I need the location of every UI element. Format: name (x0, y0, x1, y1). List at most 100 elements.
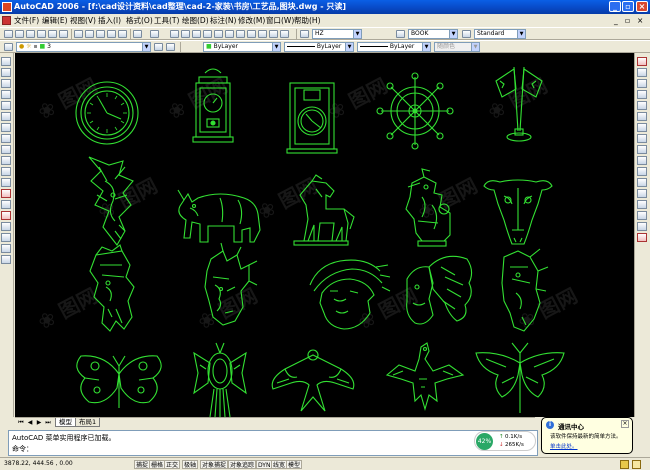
gradient-icon[interactable] (1, 222, 11, 231)
paste-icon[interactable] (96, 30, 105, 38)
menu-help[interactable]: 帮助(H) (294, 15, 321, 26)
butterfly-kite-right-block[interactable] (475, 342, 565, 413)
document-icon[interactable] (2, 16, 11, 25)
move-icon[interactable] (637, 112, 647, 121)
layer-previous-icon[interactable] (166, 43, 175, 51)
next-tab-icon[interactable]: ▶ (35, 419, 43, 427)
old-man-figure-block[interactable] (405, 168, 451, 247)
network-meter[interactable]: 42% ↑ 0.1K/s ↓ 265K/s (474, 431, 536, 451)
menu-format[interactable]: 格式(O) (126, 15, 153, 26)
feather-headdress-face-block[interactable] (204, 242, 258, 326)
design-center-icon[interactable] (225, 30, 234, 38)
point-icon[interactable] (1, 200, 11, 209)
ortho-toggle[interactable]: 正交 (164, 460, 181, 469)
array-icon[interactable] (637, 101, 647, 110)
tray-settings-icon[interactable] (632, 460, 641, 469)
menu-edit[interactable]: 编辑(E) (42, 15, 68, 26)
desk-flags-block[interactable] (495, 66, 543, 142)
wing-warrior-face-block[interactable] (406, 255, 473, 325)
arc-icon[interactable] (1, 112, 11, 121)
new-icon[interactable] (4, 30, 13, 38)
first-tab-icon[interactable]: ⏮ (17, 419, 25, 427)
menu-modify[interactable]: 修改(M) (238, 15, 265, 26)
open-icon[interactable] (15, 30, 24, 38)
color-select[interactable]: ■ ByLayer ▼ (203, 42, 281, 52)
chevron-down-icon[interactable]: ▼ (345, 43, 353, 51)
lineweight-toggle[interactable]: 线宽 (271, 460, 288, 469)
chevron-down-icon[interactable]: ▼ (449, 30, 457, 38)
explode-icon[interactable] (637, 233, 647, 242)
desk-clock-block[interactable] (286, 82, 338, 154)
make-block-icon[interactable] (1, 189, 11, 198)
aztec-mask-left-block[interactable] (89, 244, 135, 332)
copy-icon[interactable] (637, 68, 647, 77)
undo-icon[interactable] (133, 30, 142, 38)
tasseled-kite-block[interactable] (193, 342, 247, 417)
drawing-area[interactable]: ❀ 图网 ❀ 图网 ❀ 图网 ❀ 图网 ❀ 图网 ❀ 图网 ❀ 图网 ❀ 图网 … (15, 53, 634, 417)
tool-palettes-icon[interactable] (236, 30, 245, 38)
doc-close-button[interactable]: × (637, 15, 643, 26)
table-style-select[interactable]: Standard ▼ (474, 29, 526, 39)
copy-icon[interactable] (85, 30, 94, 38)
rectangle-icon[interactable] (1, 101, 11, 110)
zoom-previous-icon[interactable] (203, 30, 212, 38)
doc-restore-button[interactable]: ▫ (625, 15, 630, 26)
coordinate-readout[interactable]: 3878.22, 444.56 , 0.00 (4, 460, 73, 467)
line-icon[interactable] (1, 57, 11, 66)
otrack-toggle[interactable]: 对象追踪 (228, 460, 257, 469)
spline-icon[interactable] (1, 145, 11, 154)
grid-toggle[interactable]: 栅格 (149, 460, 166, 469)
model-toggle[interactable]: 模型 (286, 460, 303, 469)
markup-icon[interactable] (258, 30, 267, 38)
chevron-down-icon[interactable]: ▼ (272, 43, 280, 51)
doc-minimize-button[interactable]: _ (614, 15, 618, 26)
close-icon[interactable]: × (621, 420, 629, 428)
plot-icon[interactable] (37, 30, 46, 38)
match-properties-icon[interactable] (107, 30, 116, 38)
trim-icon[interactable] (637, 156, 647, 165)
tribal-mask-right-block[interactable] (501, 248, 549, 332)
ellipse-icon[interactable] (1, 156, 11, 165)
balloon-link[interactable]: 单击此处。 (550, 442, 578, 450)
mtext-icon[interactable] (1, 255, 11, 264)
polar-toggle[interactable]: 极轴 (182, 460, 199, 469)
wall-clock-block[interactable] (75, 81, 139, 145)
region-icon[interactable] (1, 233, 11, 242)
tab-model[interactable]: 模型 (55, 418, 76, 427)
break-icon[interactable] (637, 189, 647, 198)
chamfer-icon[interactable] (637, 211, 647, 220)
fillet-icon[interactable] (637, 222, 647, 231)
publish-icon[interactable] (59, 30, 68, 38)
plot-preview-icon[interactable] (48, 30, 57, 38)
erase-icon[interactable] (637, 57, 647, 66)
join-icon[interactable] (637, 200, 647, 209)
rhinoceros-block[interactable] (177, 189, 261, 243)
butterfly-kite-left-block[interactable] (76, 355, 162, 408)
menu-draw[interactable]: 绘图(D) (182, 15, 209, 26)
menu-window[interactable]: 窗口(W) (266, 15, 294, 26)
close-button[interactable]: × (636, 1, 648, 12)
minimize-button[interactable]: _ (609, 1, 621, 12)
save-icon[interactable] (26, 30, 35, 38)
native-chief-head-block[interactable] (88, 156, 134, 246)
bird-kite-block[interactable] (385, 342, 465, 412)
rotate-icon[interactable] (637, 123, 647, 132)
properties-icon[interactable] (214, 30, 223, 38)
chevron-down-icon[interactable]: ▼ (422, 43, 430, 51)
swallow-kite-block[interactable] (271, 349, 355, 412)
offset-icon[interactable] (637, 90, 647, 99)
chevron-down-icon[interactable]: ▼ (517, 30, 525, 38)
lock-icon[interactable] (620, 460, 629, 469)
osnap-toggle[interactable]: 对象捕捉 (200, 460, 229, 469)
zoom-realtime-icon[interactable] (181, 30, 190, 38)
lineweight-select[interactable]: ByLayer ▼ (357, 42, 431, 52)
snap-toggle[interactable]: 捕捉 (134, 460, 151, 469)
menu-tools[interactable]: 工具(T) (154, 15, 179, 26)
sheet-set-icon[interactable] (247, 30, 256, 38)
circle-icon[interactable] (1, 123, 11, 132)
dyn-toggle[interactable]: DYN (256, 460, 273, 469)
autocad-app-icon[interactable] (2, 2, 12, 12)
menu-file[interactable]: 文件(F) (14, 15, 39, 26)
menu-view[interactable]: 视图(V) (70, 15, 96, 26)
menu-insert[interactable]: 插入(I) (98, 15, 121, 26)
